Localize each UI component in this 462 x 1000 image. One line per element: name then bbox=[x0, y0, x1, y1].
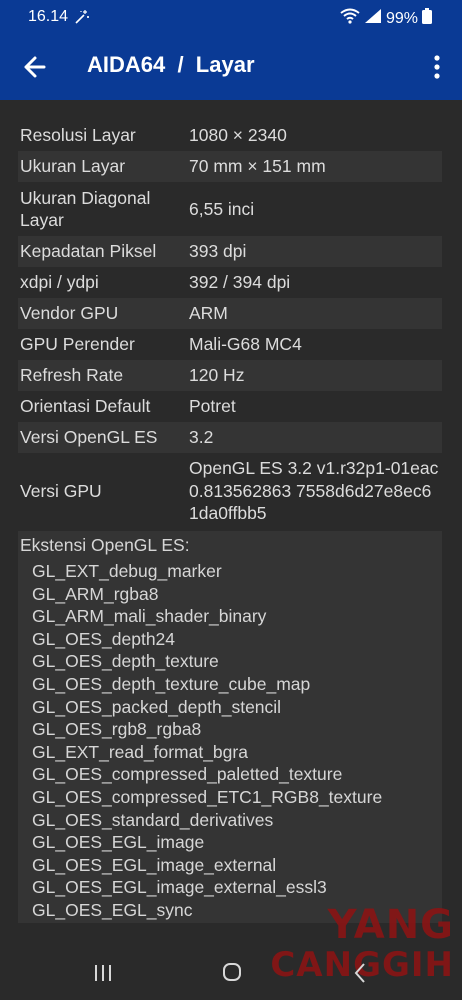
list-item: GL_OES_depth24 bbox=[32, 628, 176, 649]
list-item: GL_ARM_mali_shader_binary bbox=[32, 606, 267, 627]
info-value: OpenGL ES 3.2 v1.r32p1-01eac0.813562863 … bbox=[189, 458, 439, 524]
nav-back-icon[interactable] bbox=[352, 962, 368, 989]
list-item: GL_EXT_read_format_bgra bbox=[32, 741, 248, 762]
info-value: 120 Hz bbox=[189, 365, 245, 385]
info-row: Versi GPU OpenGL ES 3.2 v1.r32p1-01eac0.… bbox=[18, 453, 442, 529]
battery-icon bbox=[422, 8, 432, 29]
info-row: Orientasi Default Potret bbox=[18, 391, 442, 422]
info-value: 70 mm × 151 mm bbox=[189, 156, 326, 176]
page-title: AIDA64 / Layar bbox=[87, 52, 255, 77]
list-item: GL_OES_EGL_image bbox=[32, 832, 205, 853]
watermark-line1: YANG bbox=[327, 902, 454, 948]
display-info-list: Resolusi Layar 1080 × 2340 Ukuran Layar … bbox=[18, 120, 442, 923]
info-row: Resolusi Layar 1080 × 2340 bbox=[18, 120, 442, 151]
info-label: GPU Perender bbox=[20, 334, 135, 354]
navigation-bar bbox=[0, 946, 462, 1000]
more-options-icon[interactable] bbox=[432, 54, 442, 80]
info-label: Kepadatan Piksel bbox=[20, 241, 157, 261]
info-label: Versi GPU bbox=[20, 480, 102, 501]
list-item: GL_OES_compressed_paletted_texture bbox=[32, 764, 343, 785]
list-item: GL_OES_depth_texture bbox=[32, 651, 219, 672]
info-value: Mali-G68 MC4 bbox=[189, 334, 302, 354]
list-item: GL_OES_EGL_image_external bbox=[32, 854, 277, 875]
info-label: Refresh Rate bbox=[20, 365, 124, 385]
list-item: GL_OES_standard_derivatives bbox=[32, 809, 274, 830]
status-time: 16.14 bbox=[28, 8, 69, 25]
info-row: Vendor GPU ARM bbox=[18, 298, 442, 329]
list-item: GL_OES_EGL_image_external_essl3 bbox=[32, 877, 327, 898]
list-item: GL_EXT_debug_marker bbox=[32, 561, 222, 581]
extensions-title: Ekstensi OpenGL ES: bbox=[20, 535, 190, 555]
list-item: GL_ARM_rgba8 bbox=[32, 583, 159, 604]
info-value: 6,55 inci bbox=[189, 199, 255, 219]
info-row: Ukuran Diagonal Layar 6,55 inci bbox=[18, 182, 442, 236]
signal-icon bbox=[364, 8, 382, 29]
info-label: Vendor GPU bbox=[20, 303, 119, 323]
home-icon[interactable] bbox=[222, 962, 242, 987]
info-row: GPU Perender Mali-G68 MC4 bbox=[18, 329, 442, 360]
wifi-icon bbox=[340, 8, 360, 29]
sparkle-icon bbox=[74, 9, 90, 30]
extensions-section: Ekstensi OpenGL ES: GL_EXT_debug_marker … bbox=[18, 531, 442, 923]
extensions-list: GL_EXT_debug_marker GL_ARM_rgba8 GL_ARM_… bbox=[20, 560, 440, 922]
info-label: Orientasi Default bbox=[20, 396, 151, 416]
info-value: ARM bbox=[189, 303, 228, 323]
info-value: Potret bbox=[189, 396, 236, 416]
app-bar: AIDA64 / Layar bbox=[0, 34, 462, 100]
info-label: Ukuran Diagonal Layar bbox=[20, 188, 151, 230]
info-row: Ukuran Layar 70 mm × 151 mm bbox=[18, 151, 442, 182]
info-label: Versi OpenGL ES bbox=[20, 427, 158, 447]
info-label: Resolusi Layar bbox=[20, 125, 136, 145]
info-row: Refresh Rate 120 Hz bbox=[18, 360, 442, 391]
list-item: GL_OES_rgb8_rgba8 bbox=[32, 719, 202, 740]
recent-apps-icon[interactable] bbox=[93, 963, 113, 988]
info-value: 393 dpi bbox=[189, 241, 247, 261]
info-label: Ukuran Layar bbox=[20, 156, 126, 176]
info-row: Versi OpenGL ES 3.2 bbox=[18, 422, 442, 453]
info-value: 3.2 bbox=[189, 427, 214, 447]
battery-percent: 99% bbox=[385, 9, 418, 27]
list-item: GL_OES_packed_depth_stencil bbox=[32, 696, 282, 717]
info-row: Kepadatan Piksel 393 dpi bbox=[18, 236, 442, 267]
info-label: xdpi / ydpi bbox=[20, 272, 99, 292]
info-value: 1080 × 2340 bbox=[189, 125, 287, 145]
list-item: GL_OES_compressed_ETC1_RGB8_texture bbox=[32, 786, 383, 807]
status-bar: 16.14 99% bbox=[0, 0, 462, 34]
back-arrow-icon[interactable] bbox=[22, 52, 48, 82]
info-value: 392 / 394 dpi bbox=[189, 272, 291, 292]
list-item: GL_OES_depth_texture_cube_map bbox=[32, 673, 311, 694]
info-row: xdpi / ydpi 392 / 394 dpi bbox=[18, 267, 442, 298]
